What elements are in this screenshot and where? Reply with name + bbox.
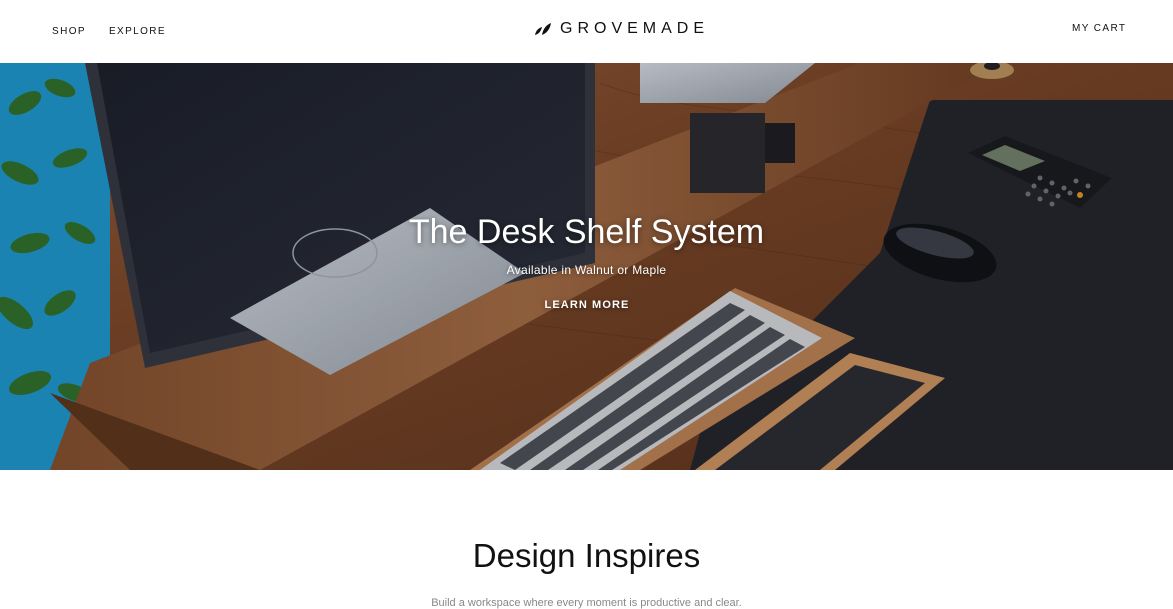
site-header: SHOP EXPLORE GROVEMADE MY CART	[0, 0, 1173, 63]
leaf-logo-icon	[535, 23, 551, 35]
hero-subtitle: Available in Walnut or Maple	[506, 263, 667, 277]
brand-name: GROVEMADE	[560, 20, 710, 37]
brand-logo[interactable]: GROVEMADE	[534, 20, 709, 38]
hero-title: The Desk Shelf System	[408, 213, 765, 251]
nav-shop[interactable]: SHOP	[52, 26, 86, 37]
section-heading: Design Inspires	[472, 537, 701, 574]
nav-explore[interactable]: EXPLORE	[109, 26, 166, 37]
learn-more-link[interactable]: LEARN MORE	[535, 299, 639, 311]
hero-banner: The Desk Shelf System Available in Walnu…	[0, 63, 1173, 470]
primary-nav: SHOP EXPLORE	[52, 26, 166, 37]
cart-link[interactable]: MY CART	[1072, 23, 1126, 34]
section-intro: Build a workspace where every moment is …	[431, 597, 742, 609]
